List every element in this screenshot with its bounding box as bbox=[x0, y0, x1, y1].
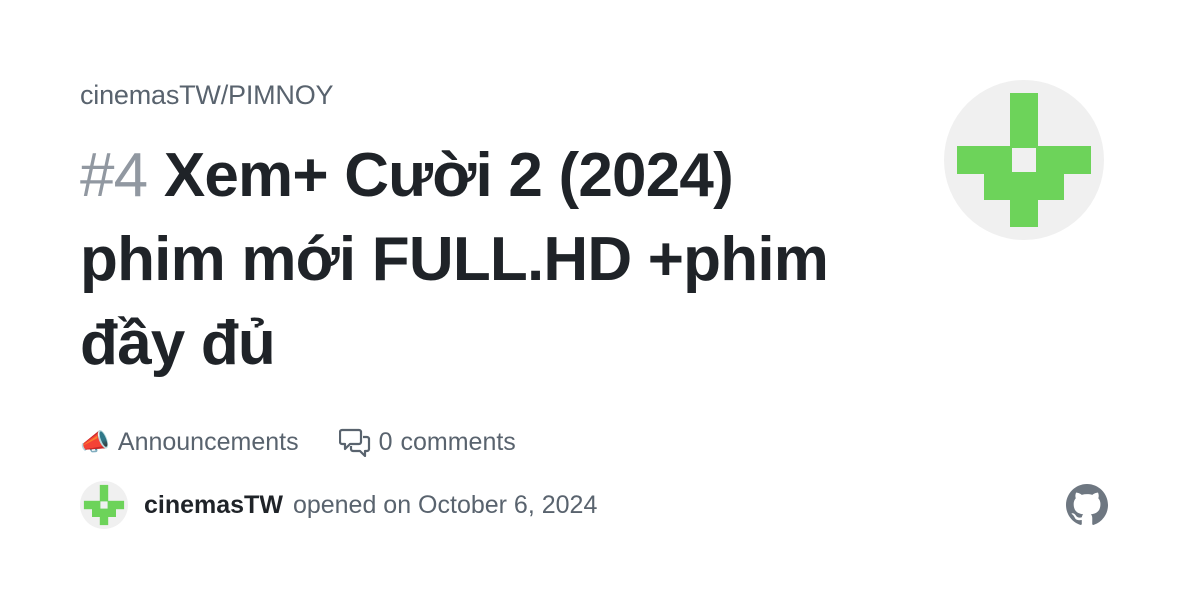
category-name: Announcements bbox=[117, 427, 299, 456]
opened-date: opened on October 6, 2024 bbox=[292, 490, 598, 519]
comments-number: 0 bbox=[378, 427, 393, 456]
owner-avatar bbox=[944, 80, 1104, 240]
identicon-small bbox=[83, 484, 125, 526]
issue-title-text: Xem+ Cười 2 (2024) phim mới FULL.HD +phi… bbox=[80, 141, 829, 378]
author-name[interactable]: cinemasTW bbox=[144, 491, 283, 520]
github-mark-icon[interactable] bbox=[1066, 484, 1108, 526]
comments-count[interactable]: 0 comments bbox=[338, 427, 516, 457]
identicon-large bbox=[957, 93, 1091, 227]
author-row: cinemasTW opened on October 6, 2024 bbox=[80, 481, 597, 529]
issue-meta: 📣 Announcements 0 comments bbox=[80, 424, 516, 460]
repository-name[interactable]: cinemasTW/PIMNOY bbox=[80, 80, 334, 111]
category-label[interactable]: 📣 Announcements bbox=[80, 428, 299, 457]
author-avatar[interactable] bbox=[80, 481, 128, 529]
issue-number: #4 bbox=[80, 141, 148, 210]
comments-label: comments bbox=[400, 427, 516, 456]
issue-title: #4 Xem+ Cười 2 (2024) phim mới FULL.HD +… bbox=[80, 134, 840, 386]
megaphone-icon: 📣 bbox=[80, 428, 110, 456]
comment-discussion-icon bbox=[338, 428, 370, 457]
